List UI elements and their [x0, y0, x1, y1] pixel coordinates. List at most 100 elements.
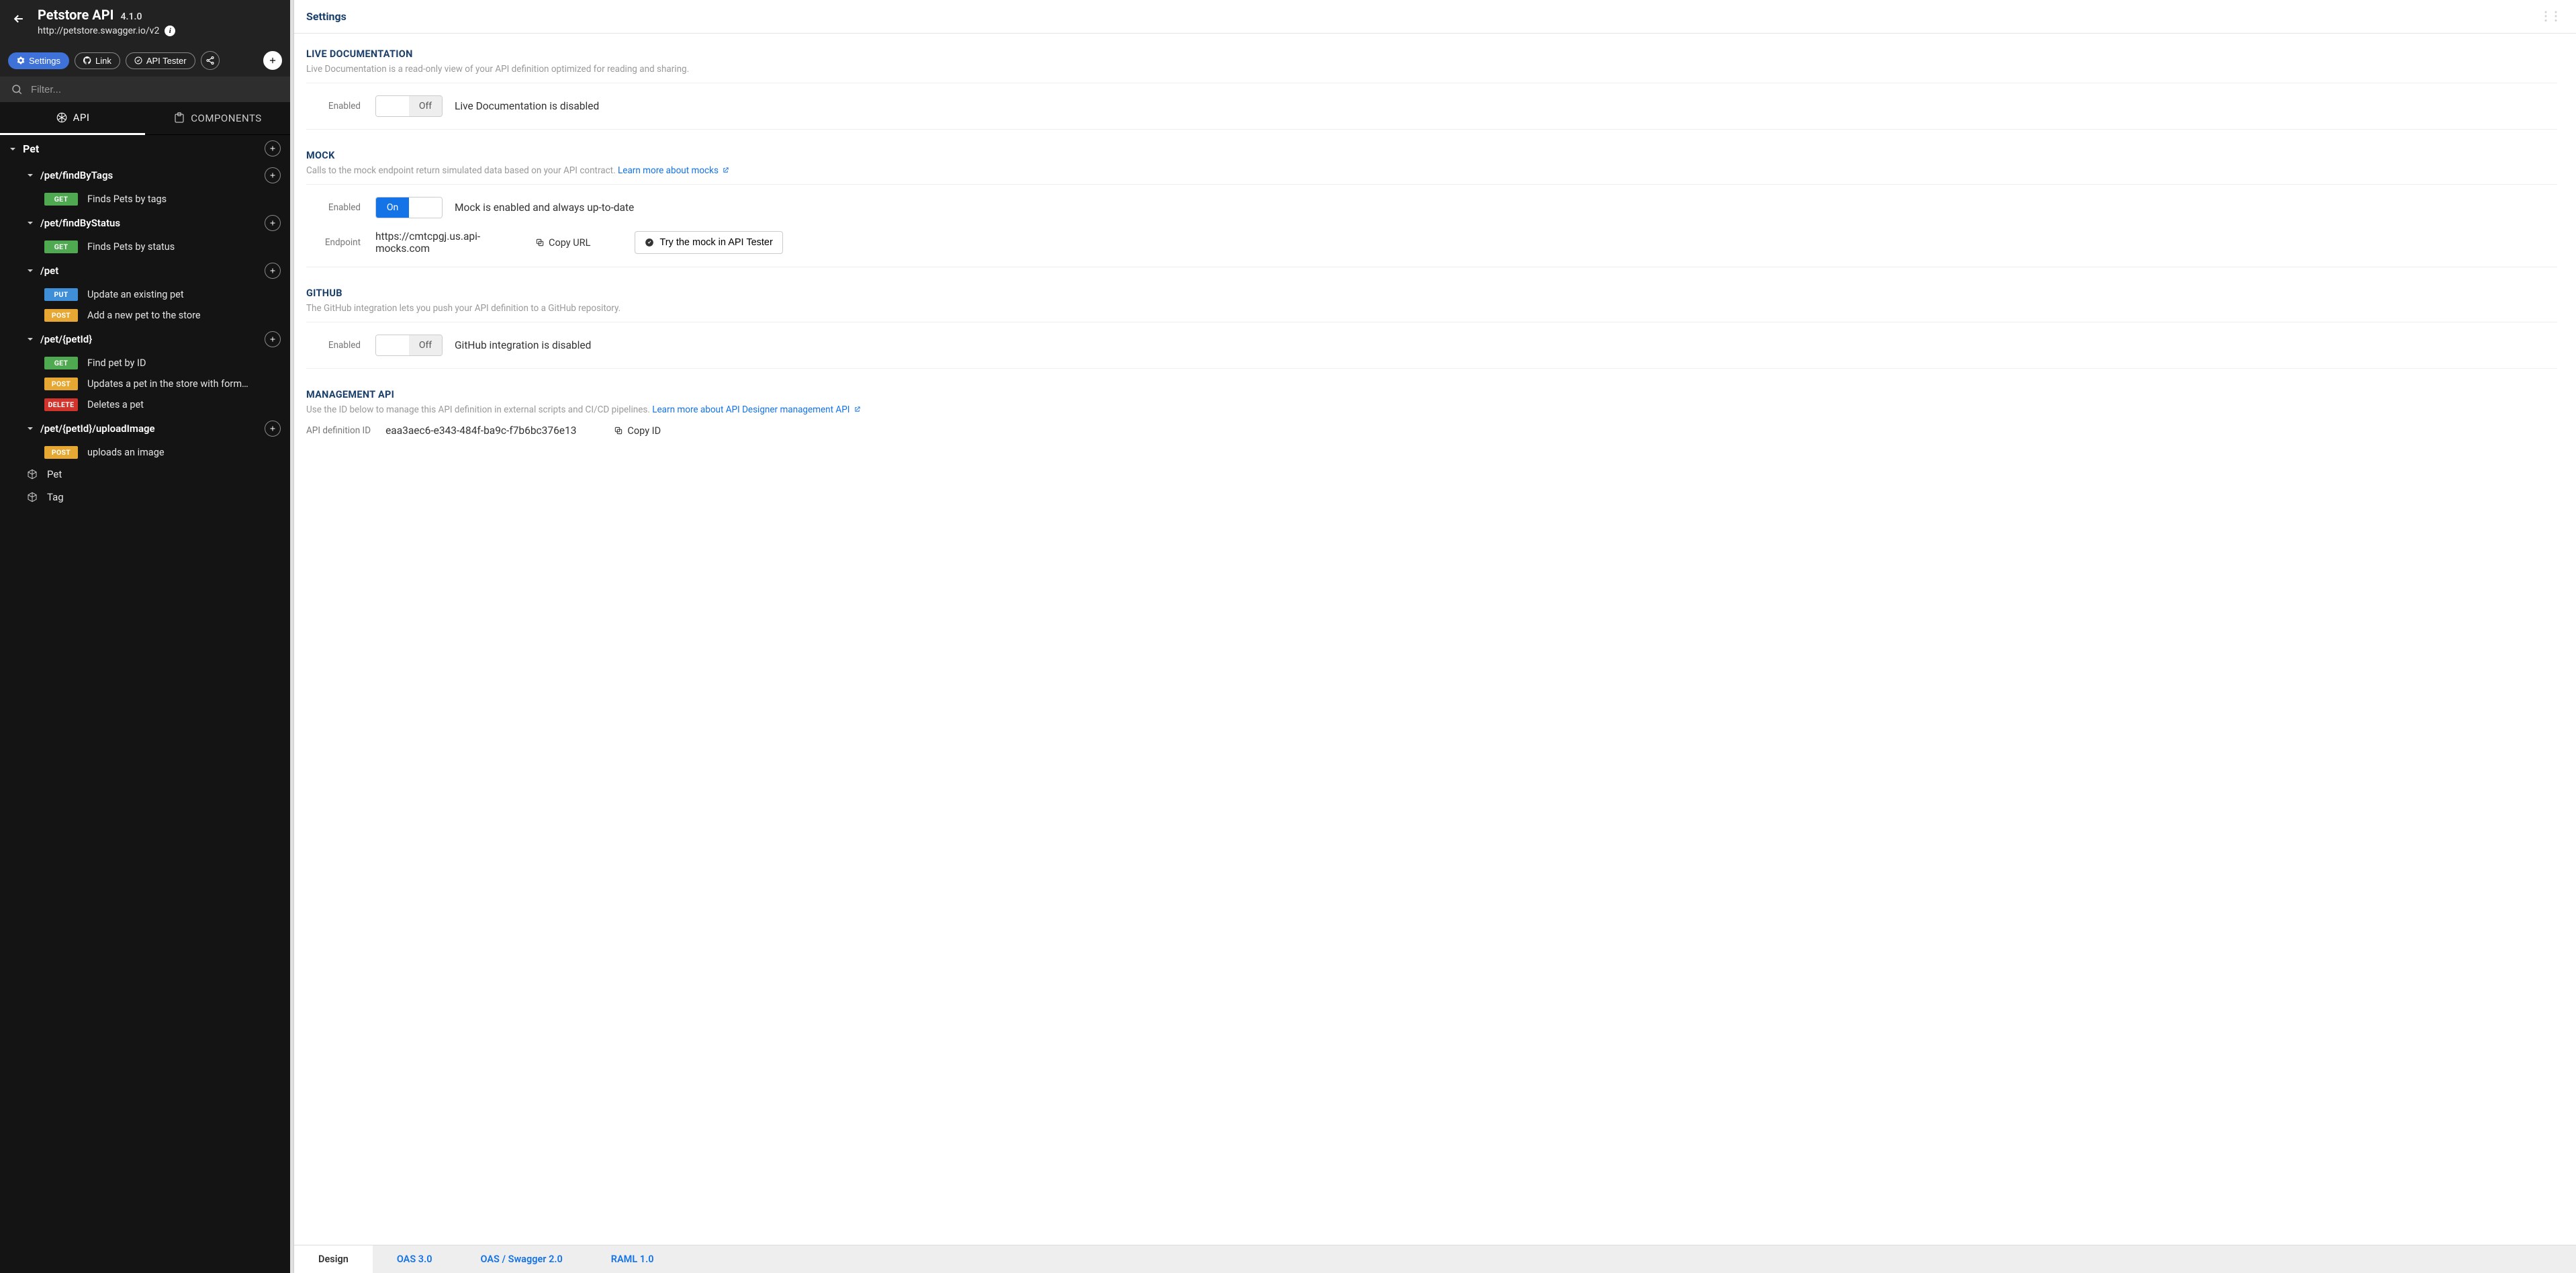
add-to-path-button[interactable] [265, 167, 281, 183]
filter-bar [0, 77, 290, 102]
learn-more-mocks-link[interactable]: Learn more about mocks [618, 165, 729, 176]
method-badge: GET [44, 357, 78, 369]
chevron-down-icon [27, 169, 34, 181]
chevron-down-icon [27, 217, 34, 229]
endpoint-label: Endpoint [306, 237, 363, 248]
tree-operation[interactable]: POST uploads an image [0, 442, 290, 463]
add-button[interactable] [263, 51, 282, 70]
add-to-path-button[interactable] [265, 215, 281, 231]
mock-status: Mock is enabled and always up-to-date [455, 202, 634, 214]
filter-input[interactable] [31, 84, 279, 95]
live-doc-toggle[interactable]: On Off [375, 95, 443, 117]
info-icon[interactable]: i [165, 26, 175, 36]
enabled-label: Enabled [306, 340, 363, 351]
tree-schema[interactable]: Pet [0, 463, 290, 486]
path-label: /pet/findByStatus [40, 217, 120, 229]
bottom-tab-oas2[interactable]: OAS / Swagger 2.0 [457, 1245, 587, 1273]
bottom-tab-raml[interactable]: RAML 1.0 [587, 1245, 678, 1273]
tree-operation[interactable]: GET Finds Pets by status [0, 236, 290, 257]
tree-operation[interactable]: GET Finds Pets by tags [0, 189, 290, 210]
main-panel: Settings ⋮⋮ LIVE DOCUMENTATION Live Docu… [294, 0, 2576, 1273]
tree-operation[interactable]: POST Add a new pet to the store [0, 305, 290, 326]
copy-url-button[interactable]: Copy URL [535, 237, 590, 249]
tree-operation[interactable]: PUT Update an existing pet [0, 284, 290, 305]
api-title: Petstore API [38, 7, 114, 23]
settings-header: Settings ⋮⋮ [294, 0, 2576, 34]
link-button[interactable]: Link [75, 52, 120, 69]
bottom-tab-oas3[interactable]: OAS 3.0 [373, 1245, 457, 1273]
section-description: The GitHub integration lets you push you… [306, 303, 2557, 314]
api-tester-button[interactable]: API Tester [126, 52, 195, 69]
chevron-down-icon [27, 333, 34, 345]
method-badge: PUT [44, 288, 78, 301]
method-badge: DELETE [44, 398, 78, 411]
bottom-tab-design[interactable]: Design [294, 1245, 373, 1273]
section-management-api: MANAGEMENT API Use the ID below to manag… [294, 374, 2569, 445]
try-mock-button[interactable]: Try the mock in API Tester [635, 231, 782, 254]
tree-path[interactable]: /pet/findByStatus [0, 210, 290, 236]
chevron-down-icon [9, 142, 16, 155]
cube-icon [27, 492, 38, 502]
api-tree: Pet /pet/findByTags GET Finds Pets by ta… [0, 135, 290, 1273]
operation-summary: Deletes a pet [87, 399, 144, 410]
cube-icon [27, 469, 38, 480]
settings-button[interactable]: Settings [8, 52, 69, 69]
sidebar: Petstore API 4.1.0 http://petstore.swagg… [0, 0, 290, 1273]
path-label: /pet/{petId}/uploadImage [40, 423, 155, 435]
section-github: GITHUB The GitHub integration lets you p… [294, 273, 2569, 374]
search-icon [11, 83, 23, 95]
section-heading: LIVE DOCUMENTATION [306, 48, 2557, 60]
grip-icon[interactable]: ⋮⋮ [2536, 9, 2564, 24]
mock-toggle[interactable]: On Off [375, 197, 443, 218]
tree-path[interactable]: /pet [0, 257, 290, 284]
live-doc-status: Live Documentation is disabled [455, 100, 599, 112]
tree-schema[interactable]: Tag [0, 486, 290, 509]
add-to-path-button[interactable] [265, 263, 281, 279]
schema-name: Pet [47, 468, 62, 480]
method-badge: POST [44, 378, 78, 390]
tree-operation[interactable]: POST Updates a pet in the store with for… [0, 374, 290, 394]
tab-api[interactable]: API [0, 102, 145, 135]
section-description: Live Documentation is a read-only view o… [306, 64, 2557, 75]
section-description: Calls to the mock endpoint return simula… [306, 165, 2557, 176]
path-label: /pet/findByTags [40, 169, 113, 181]
method-badge: GET [44, 193, 78, 206]
chevron-down-icon [27, 265, 34, 277]
sidebar-tabs: API COMPONENTS [0, 102, 290, 135]
add-to-group-button[interactable] [265, 140, 281, 157]
github-status: GitHub integration is disabled [455, 339, 591, 351]
api-version: 4.1.0 [121, 11, 142, 22]
bottom-tabs: Design OAS 3.0 OAS / Swagger 2.0 RAML 1.… [294, 1245, 2576, 1273]
operation-summary: uploads an image [87, 447, 165, 458]
add-to-path-button[interactable] [265, 421, 281, 437]
operation-summary: Finds Pets by status [87, 241, 175, 253]
share-button[interactable] [201, 51, 220, 70]
method-badge: POST [44, 446, 78, 459]
api-id-label: API definition ID [306, 425, 373, 436]
section-heading: MOCK [306, 150, 2557, 161]
api-url: http://petstore.swagger.io/v2 [38, 26, 159, 36]
copy-id-button[interactable]: Copy ID [614, 425, 661, 437]
enabled-label: Enabled [306, 101, 363, 112]
tree-operation[interactable]: GET Find pet by ID [0, 353, 290, 374]
add-to-path-button[interactable] [265, 331, 281, 347]
tab-components[interactable]: COMPONENTS [145, 102, 290, 134]
tree-group-pet[interactable]: Pet [0, 135, 290, 162]
tree-path[interactable]: /pet/findByTags [0, 162, 290, 189]
github-toggle[interactable]: On Off [375, 335, 443, 356]
section-description: Use the ID below to manage this API defi… [306, 404, 2557, 415]
operation-summary: Updates a pet in the store with form… [87, 378, 248, 390]
operation-summary: Finds Pets by tags [87, 193, 167, 205]
learn-more-mgmt-link[interactable]: Learn more about API Designer management… [652, 404, 861, 415]
tree-operation[interactable]: DELETE Deletes a pet [0, 394, 290, 415]
mock-endpoint-value: https://cmtcpgj.us.api-mocks.com [375, 230, 523, 255]
tree-path[interactable]: /pet/{petId}/uploadImage [0, 415, 290, 442]
section-heading: GITHUB [306, 288, 2557, 299]
sidebar-toolbar: Settings Link API Tester [0, 44, 290, 77]
path-label: /pet [40, 265, 58, 277]
tree-path[interactable]: /pet/{petId} [0, 326, 290, 353]
path-label: /pet/{petId} [40, 333, 92, 345]
api-id-value: eaa3aec6-e343-484f-ba9c-f7b6bc376e13 [385, 425, 576, 437]
operation-summary: Update an existing pet [87, 289, 184, 300]
back-button[interactable] [0, 7, 38, 26]
